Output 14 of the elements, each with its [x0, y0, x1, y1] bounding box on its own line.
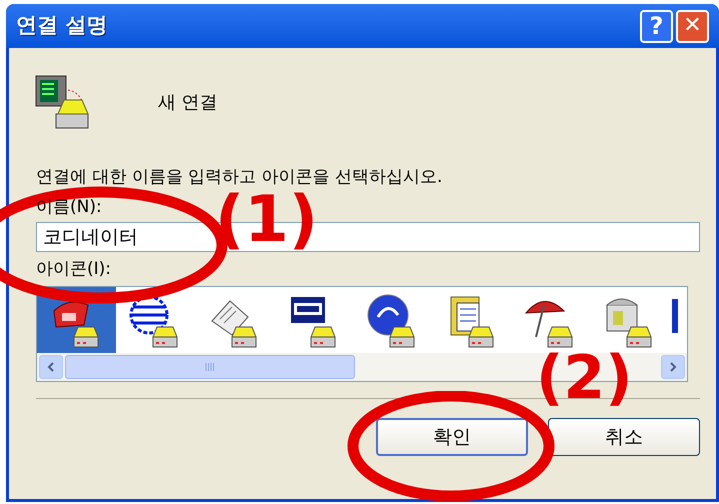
- icon-label: 아이콘(I):: [36, 258, 112, 280]
- grip-icon: [205, 363, 215, 371]
- scroll-left-button[interactable]: [39, 355, 63, 379]
- instruction-text: 연결에 대한 이름을 입력하고 아이콘을 선택하십시오.: [36, 166, 444, 188]
- connection-name-heading: 새 연결: [158, 90, 218, 114]
- scrollbar-thumb[interactable]: [65, 355, 355, 379]
- name-label: 이름(N):: [36, 196, 102, 218]
- help-button[interactable]: ?: [640, 10, 673, 42]
- cancel-button[interactable]: 취소: [548, 418, 700, 456]
- close-button[interactable]: ✕: [676, 10, 709, 42]
- scroll-right-button[interactable]: [661, 355, 685, 379]
- ok-button[interactable]: 확인: [376, 418, 528, 456]
- window-title: 연결 설명: [16, 12, 108, 40]
- annotation-number: (2): [536, 348, 633, 408]
